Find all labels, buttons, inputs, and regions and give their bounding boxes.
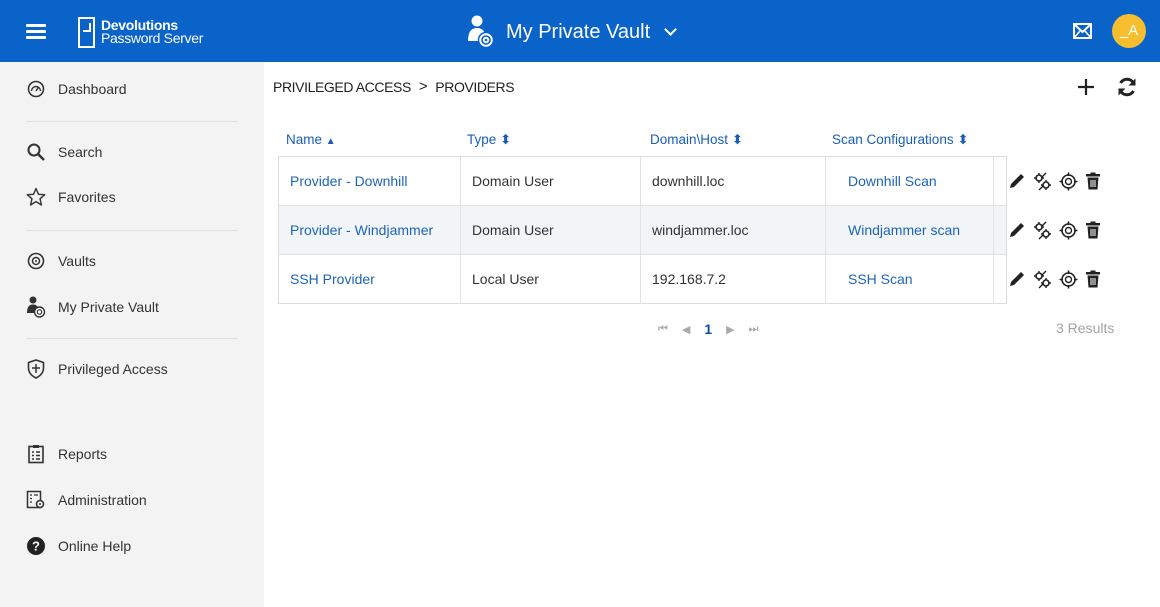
sidebar-item-label: Search xyxy=(58,144,103,160)
logo-line2: Password Server xyxy=(101,30,204,46)
sidebar-item-label: Reports xyxy=(58,446,108,462)
sidebar-divider xyxy=(26,338,238,339)
sidebar-item-search[interactable]: Search xyxy=(26,140,102,164)
sidebar-divider xyxy=(26,121,238,122)
provider-type: Local User xyxy=(461,255,641,303)
edit-icon[interactable] xyxy=(1008,221,1026,240)
devolutions-logo[interactable]: Devolutions Password Server xyxy=(78,14,203,50)
refresh-icon xyxy=(1118,77,1136,97)
sidebar-item-dashboard[interactable]: Dashboard xyxy=(26,77,127,101)
scan-config-icon[interactable] xyxy=(1033,221,1052,240)
vault-icon xyxy=(26,251,46,271)
sidebar-item-reports[interactable]: Reports xyxy=(26,442,107,466)
sidebar-item-label: Favorites xyxy=(58,189,116,205)
vault-switcher[interactable]: My Private Vault xyxy=(466,14,677,50)
avatar[interactable]: _A xyxy=(1112,14,1146,48)
top-bar: Devolutions Password Server My Private V… xyxy=(0,0,1160,62)
first-page-icon[interactable]: ⏮ xyxy=(658,323,668,336)
target-icon[interactable] xyxy=(1059,221,1078,240)
scan-config-icon[interactable] xyxy=(1033,270,1052,289)
sidebar-item-online-help[interactable]: ? Online Help xyxy=(26,534,131,558)
main-content: PRIVILEGED ACCESS > PROVIDERS Name ▲ Typ… xyxy=(264,62,1160,607)
sidebar-divider xyxy=(26,230,238,231)
reports-icon xyxy=(26,444,46,464)
delete-icon[interactable] xyxy=(1085,270,1101,289)
row-actions xyxy=(994,157,1106,205)
edit-icon[interactable] xyxy=(1008,172,1026,191)
refresh-button[interactable] xyxy=(1116,76,1138,98)
search-icon xyxy=(26,142,46,162)
provider-host: 192.168.7.2 xyxy=(641,255,826,303)
breadcrumb-parent[interactable]: PRIVILEGED ACCESS xyxy=(273,79,411,95)
column-header-domain-host[interactable]: Domain\Host ⬍ xyxy=(650,132,743,148)
target-icon[interactable] xyxy=(1059,172,1078,191)
column-header-name[interactable]: Name ▲ xyxy=(286,132,336,147)
sidebar-item-vaults[interactable]: Vaults xyxy=(26,249,96,273)
breadcrumb-current: PROVIDERS xyxy=(435,78,515,95)
sidebar-item-label: Vaults xyxy=(58,253,96,269)
mail-icon[interactable] xyxy=(1073,23,1092,39)
dashboard-icon xyxy=(26,79,46,99)
private-vault-icon xyxy=(26,296,46,318)
star-icon xyxy=(26,187,46,207)
sidebar-item-label: Dashboard xyxy=(58,81,127,97)
private-vault-icon xyxy=(466,15,496,49)
breadcrumb-separator: > xyxy=(418,78,428,95)
provider-type: Domain User xyxy=(461,157,641,205)
plus-icon xyxy=(1078,79,1094,95)
scan-configuration-link[interactable]: Downhill Scan xyxy=(826,157,994,205)
provider-host: windjammer.loc xyxy=(641,206,826,254)
scan-config-icon[interactable] xyxy=(1033,172,1052,191)
provider-type: Domain User xyxy=(461,206,641,254)
sidebar: Dashboard Search Favorites Vaults My Pri… xyxy=(0,62,264,607)
sort-icon: ⬍ xyxy=(500,132,512,147)
row-actions xyxy=(994,206,1106,254)
column-header-type[interactable]: Type ⬍ xyxy=(467,132,511,148)
next-page-icon[interactable]: ▶ xyxy=(726,323,734,336)
sidebar-item-favorites[interactable]: Favorites xyxy=(26,185,116,209)
results-count: 3 Results xyxy=(1056,320,1115,336)
shield-icon xyxy=(26,359,46,379)
sidebar-item-label: Online Help xyxy=(58,538,132,554)
provider-name-link[interactable]: Provider - Downhill xyxy=(279,157,461,205)
target-icon[interactable] xyxy=(1059,270,1078,289)
sort-icon: ⬍ xyxy=(731,132,744,147)
hamburger-menu-icon[interactable] xyxy=(26,24,46,39)
help-icon: ? xyxy=(26,536,46,556)
scan-configuration-link[interactable]: Windjammer scan xyxy=(826,206,994,254)
administration-icon xyxy=(26,490,46,510)
add-button[interactable] xyxy=(1077,78,1095,96)
last-page-icon[interactable]: ⏭ xyxy=(749,323,759,336)
scan-configuration-link[interactable]: SSH Scan xyxy=(826,255,994,303)
logo-mark-icon xyxy=(78,16,95,48)
sidebar-item-label: Administration xyxy=(58,492,147,508)
table-row: Provider - Downhill Domain User downhill… xyxy=(279,157,1100,206)
sort-ascending-icon: ▲ xyxy=(325,136,336,147)
current-page[interactable]: 1 xyxy=(704,321,712,337)
sidebar-item-privileged-access[interactable]: Privileged Access xyxy=(26,357,168,381)
provider-host: downhill.loc xyxy=(641,157,826,205)
vault-title: My Private Vault xyxy=(506,20,651,43)
column-header-scan-configurations[interactable]: Scan Configurations ⬍ xyxy=(832,132,969,148)
provider-name-link[interactable]: Provider - Windjammer xyxy=(279,206,461,254)
pager: ⏮ ◀ 1 ▶ ⏭ xyxy=(651,321,766,337)
providers-table: Provider - Downhill Domain User downhill… xyxy=(278,156,1100,304)
table-row: SSH Provider Local User 192.168.7.2 SSH … xyxy=(279,255,1100,303)
previous-page-icon[interactable]: ◀ xyxy=(682,323,690,336)
edit-icon[interactable] xyxy=(1008,270,1026,289)
sidebar-item-label: My Private Vault xyxy=(58,299,159,315)
delete-icon[interactable] xyxy=(1085,221,1101,240)
sidebar-item-administration[interactable]: Administration xyxy=(26,488,147,512)
breadcrumb: PRIVILEGED ACCESS > PROVIDERS xyxy=(273,78,515,95)
table-row: Provider - Windjammer Domain User windja… xyxy=(279,206,1100,255)
sidebar-item-my-private-vault[interactable]: My Private Vault xyxy=(26,295,159,319)
svg-text:?: ? xyxy=(32,539,40,554)
provider-name-link[interactable]: SSH Provider xyxy=(279,255,461,303)
sidebar-item-label: Privileged Access xyxy=(58,361,168,377)
sort-icon: ⬍ xyxy=(957,132,969,147)
row-actions xyxy=(994,255,1106,303)
delete-icon[interactable] xyxy=(1085,172,1101,191)
table-header: Name ▲ Type ⬍ Domain\Host ⬍ Scan Configu… xyxy=(278,132,1006,154)
chevron-down-icon xyxy=(664,22,677,36)
